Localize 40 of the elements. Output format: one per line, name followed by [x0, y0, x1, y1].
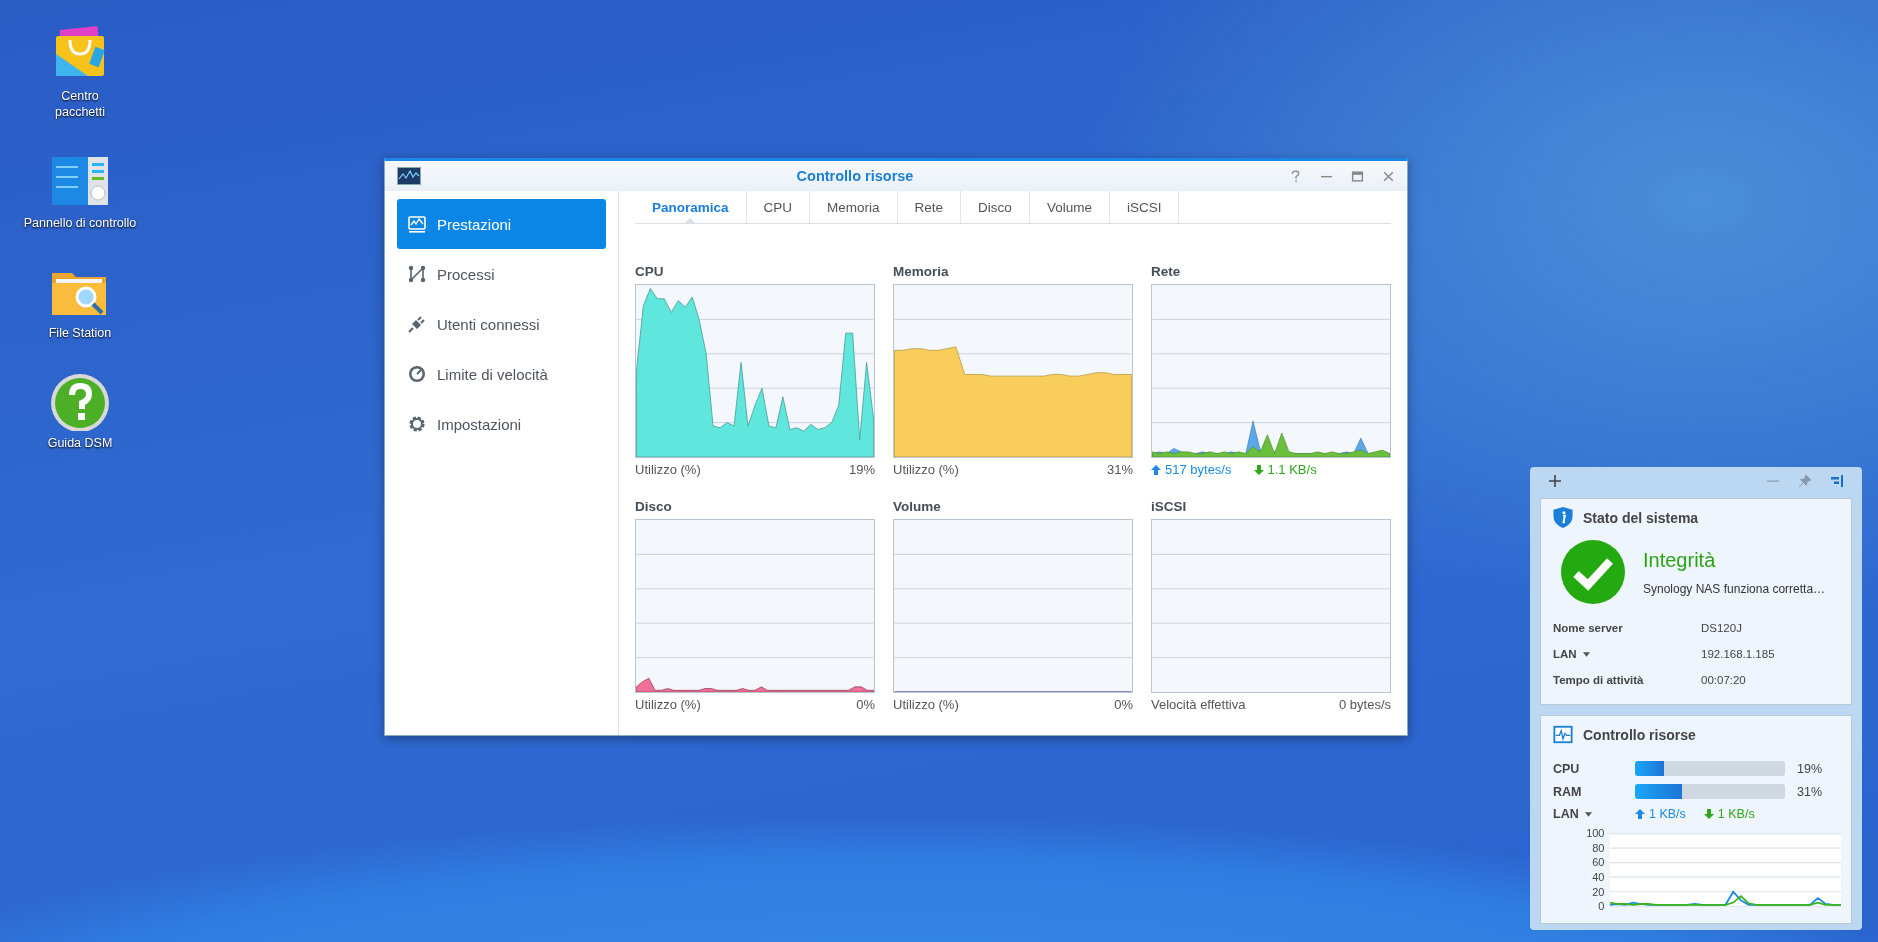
chart-reading: 0 bytes/s [1338, 697, 1391, 712]
info-value: DS120J [1701, 622, 1743, 634]
y-tick-label: 40 [1592, 871, 1605, 883]
chart-reading: 19% [848, 462, 875, 477]
info-value: 192.168.1.185 [1701, 648, 1776, 660]
health-status: Integrità [1643, 548, 1717, 572]
chart-reading: 0% [856, 697, 875, 712]
chart-title: Volume [893, 499, 942, 516]
y-tick-label: 60 [1592, 856, 1605, 869]
chart-title: Rete [1151, 264, 1182, 281]
download-rate: 1 KB/s [1703, 807, 1755, 821]
chart-reading: 0% [1114, 697, 1133, 712]
y-tick-label: 20 [1592, 885, 1605, 898]
chart-caption: Utilizzo (%) [635, 462, 701, 477]
chart-caption: Utilizzo (%) [893, 462, 959, 477]
chart-title: CPU [635, 264, 665, 281]
upload-rate: 1 KB/s [1635, 807, 1686, 821]
meter-reading: 19% [1796, 761, 1824, 776]
info-value: 00:07:20 [1701, 674, 1747, 686]
download-rate: 1.1 KB/s [1253, 462, 1317, 477]
upload-rate: 517 bytes/s [1151, 462, 1232, 477]
chart-title: iSCSI [1151, 499, 1188, 516]
info-label: Nome server [1553, 622, 1624, 634]
chart-caption: Utilizzo (%) [893, 697, 959, 712]
y-tick-label: 100 [1586, 827, 1605, 840]
chart-caption: Velocità effettiva [1151, 697, 1246, 712]
info-label: Tempo di attività [1553, 674, 1645, 686]
meter-label: RAM [1553, 784, 1583, 799]
card-title: Controllo risorse [1583, 726, 1696, 743]
chart-title: Memoria [893, 264, 950, 281]
y-tick-label: 80 [1592, 841, 1605, 854]
window-title: Controllo risorse [795, 168, 915, 184]
meter-label: CPU [1553, 761, 1581, 776]
chart-caption: Utilizzo (%) [635, 697, 701, 712]
y-tick-label: 0 [1598, 900, 1605, 913]
chart-reading: 31% [1106, 462, 1133, 477]
meter-reading: 31% [1796, 784, 1824, 799]
chart-title: Disco [635, 499, 673, 516]
card-title: Stato del sistema [1583, 509, 1699, 526]
health-message: Synology NAS funziona corretta… [1643, 581, 1826, 596]
